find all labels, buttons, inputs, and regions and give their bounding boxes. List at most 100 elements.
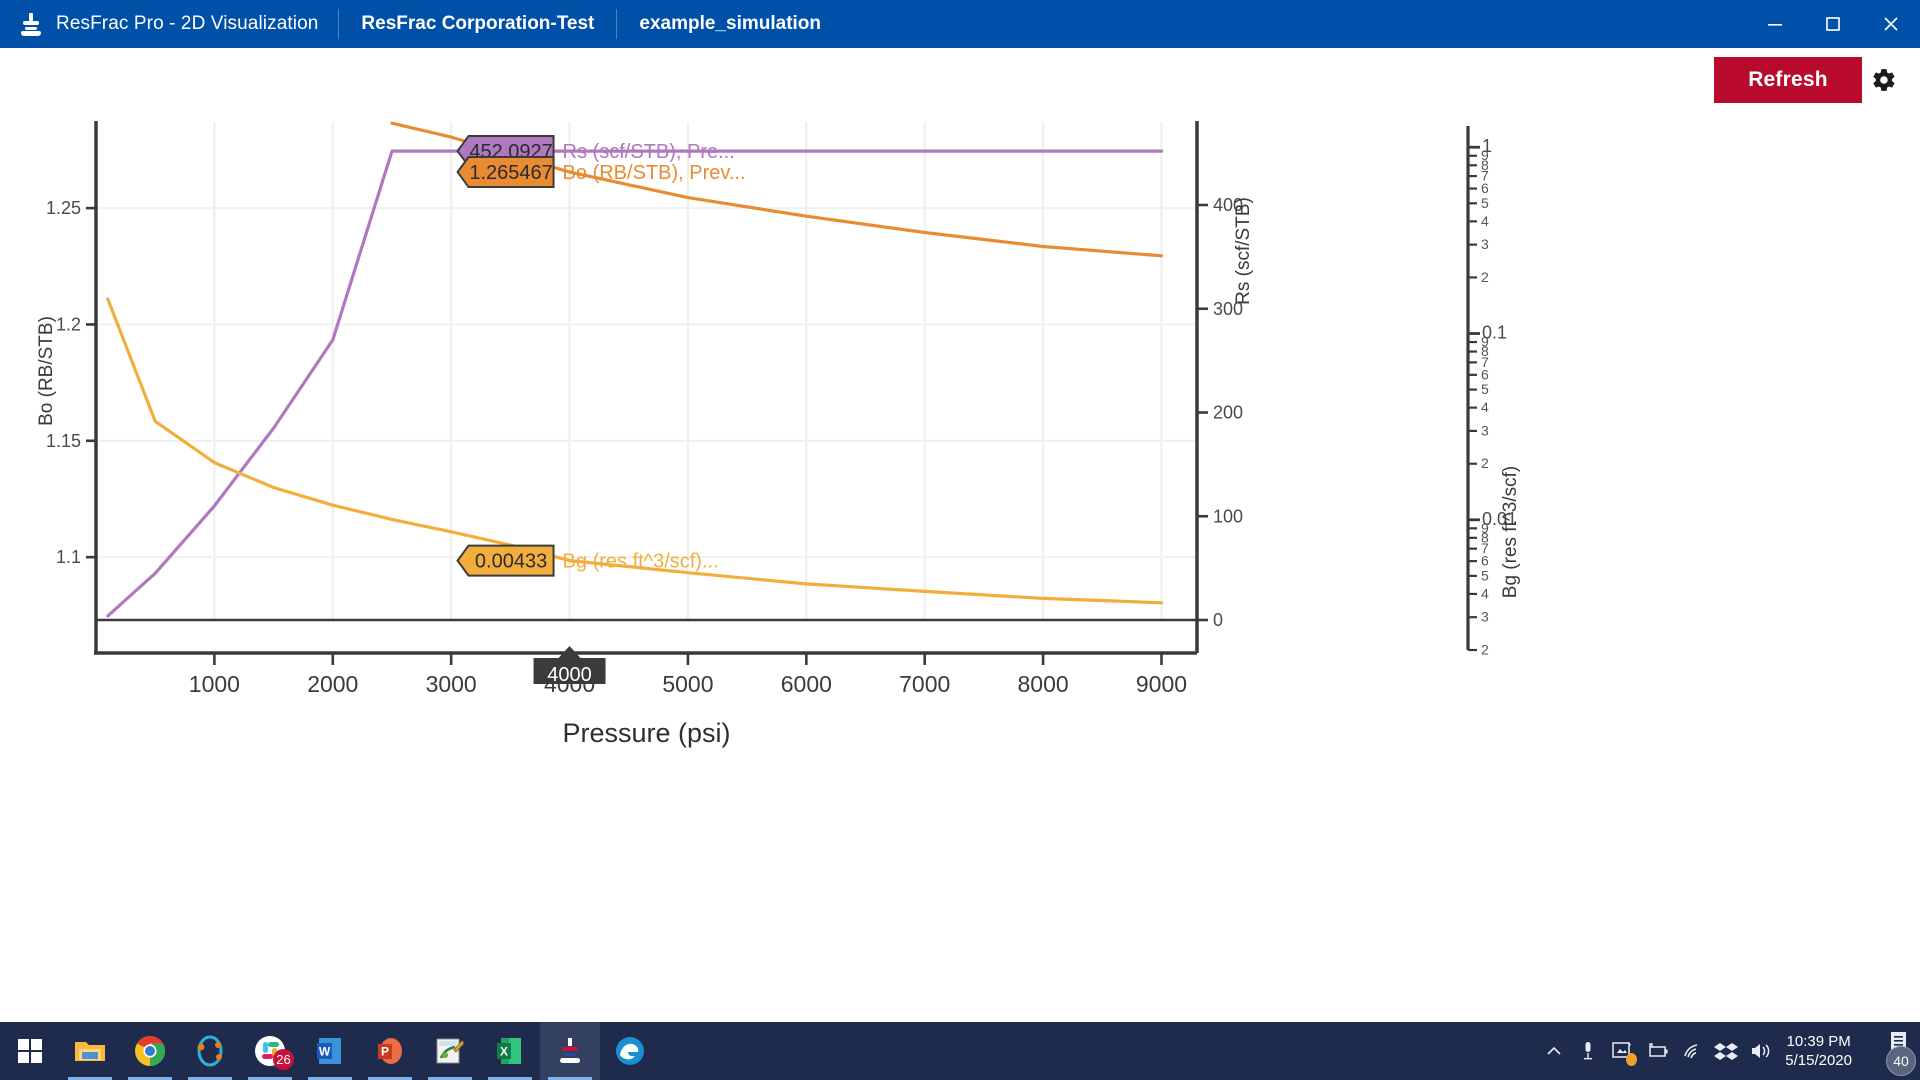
show-hidden-icons-button[interactable] [1537,1022,1571,1080]
svg-text:W: W [319,1045,331,1059]
far-right-axis-tick-label: 4 [1481,399,1489,415]
start-button[interactable] [0,1022,60,1080]
far-right-axis-tick-label: 6 [1481,366,1489,382]
series-line [106,149,1164,618]
paint-icon [436,1038,465,1064]
word-icon: W [317,1038,341,1064]
battery-icon [1649,1043,1668,1057]
settings-button[interactable] [1862,57,1906,103]
battery-indicator[interactable] [1639,1022,1675,1080]
series-legend-label: Rs (scf/STB), Pre... [563,141,735,163]
far-right-axis-tick-label: 6 [1481,180,1489,196]
far-right-axis-tick-label: 3 [1481,609,1489,625]
x-axis-tick-label: 5000 [662,671,713,697]
x-axis-title: Pressure (psi) [562,718,730,748]
close-icon [1884,17,1898,31]
x-cursor-marker-label: 4000 [547,664,592,686]
chrome-icon [135,1035,166,1066]
clock-time: 10:39 PM [1786,1033,1851,1050]
taskbar-file-explorer[interactable] [60,1022,120,1080]
far-right-axis-tick-label: 6 [1481,553,1489,569]
far-right-axis-tick-label: 3 [1481,236,1489,252]
notification-center-button[interactable]: 40 [1864,1022,1920,1080]
right-axis-tick-label: 100 [1213,506,1243,526]
microphone-icon [1584,1042,1593,1060]
maximize-icon [1826,17,1840,31]
taskbar-slack[interactable]: 26 [240,1022,300,1080]
clock-date: 5/15/2020 [1785,1052,1852,1069]
series-value-flag: 1.265467 Bo (RB/STB), Prev... [456,156,746,189]
window-titlebar: ResFrac Pro - 2D Visualization ResFrac C… [0,0,1920,48]
taskbar-clock[interactable]: 10:39 PM 5/15/2020 [1777,1032,1864,1070]
close-button[interactable] [1862,0,1920,48]
volume-indicator[interactable] [1743,1022,1777,1080]
edge-icon [616,1037,644,1065]
refresh-button[interactable]: Refresh [1714,57,1862,103]
desktop-root: ResFrac Pro - 2D Visualization ResFrac C… [0,0,1920,1080]
left-axis-tick-label: 1.25 [46,198,81,218]
organization-chip[interactable]: ResFrac Corporation-Test [339,13,616,35]
orbit-icon [197,1035,223,1067]
right-axis-title: Rs (scf/STB) [1233,197,1254,305]
chart-container[interactable]: 1.1 1.15 1.2 1.25 Bo (RB/STB) 0 100 200 300 400 Rs… [0,112,1920,1022]
far-right-axis-tick-label: 2 [1481,455,1489,471]
x-axis-tick-label: 6000 [781,671,832,697]
folder-icon [75,1042,105,1061]
taskbar-microsoft-word[interactable]: W [300,1022,360,1080]
left-axis-tick-label: 1.1 [56,547,81,567]
x-axis-tick-label: 1000 [189,671,240,697]
onedrive-sync-indicator[interactable] [1605,1022,1639,1080]
microphone-indicator[interactable] [1571,1022,1605,1080]
series-value-flag-text: 0.00433 [475,551,547,573]
windows-logo-icon [18,1039,42,1063]
x-axis-tick-label: 7000 [899,671,950,697]
dropbox-icon [1714,1043,1739,1060]
taskbar-microsoft-powerpoint[interactable]: P [360,1022,420,1080]
taskbar-resfrac-pro[interactable] [540,1022,600,1080]
minimize-button[interactable] [1746,0,1804,48]
taskbar-orbit-app[interactable] [180,1022,240,1080]
x-axis-tick-label: 9000 [1136,671,1187,697]
right-axis-tick-label: 0 [1213,610,1223,630]
speaker-icon [1752,1044,1770,1058]
minimize-icon [1768,24,1782,26]
maximize-button[interactable] [1804,0,1862,48]
system-tray: 10:39 PM 5/15/2020 40 [1537,1022,1920,1080]
chevron-up-icon [1547,1046,1561,1055]
resfrac-icon [560,1038,580,1063]
left-axis-tick-label: 1.15 [46,431,81,451]
wifi-icon [1684,1044,1698,1059]
far-right-axis-tick-label: 5 [1481,195,1489,211]
powerpoint-icon: P [378,1038,402,1064]
far-right-axis-tick-label: 2 [1481,269,1489,285]
taskbar-paint[interactable] [420,1022,480,1080]
taskbar-microsoft-excel[interactable]: X [480,1022,540,1080]
top-toolbar: Refresh [0,48,1920,112]
slack-badge-count: 26 [273,1049,294,1070]
notification-badge-count: 40 [1886,1046,1916,1076]
dropbox-indicator[interactable] [1709,1022,1743,1080]
far-right-axis-tick-label: 4 [1481,585,1489,601]
far-right-axis-tick-label: 2 [1481,642,1489,658]
gear-icon [1873,69,1895,91]
far-right-axis-title: Bg (res ft^3/scf) [1500,466,1521,598]
right-axis-tick-label: 200 [1213,403,1243,423]
far-right-axis-tick-label: 5 [1481,381,1489,397]
chart-plot[interactable]: 1.11.151.21.25Bo (RB/STB)0100200300400Rs… [0,112,1920,1022]
resfrac-logo-icon [18,11,44,37]
series-legend-label: Bg (res ft^3/scf)... [563,551,719,573]
series-legend-label: Bo (RB/STB), Prev... [563,162,746,184]
taskbar-microsoft-edge[interactable] [600,1022,660,1080]
excel-icon: X [497,1038,521,1064]
far-right-axis-tick-label: 5 [1481,567,1489,583]
x-axis-tick-label: 3000 [426,671,477,697]
series-value-flag-text: 1.265467 [469,162,552,184]
simulation-chip[interactable]: example_simulation [617,13,843,35]
far-right-axis-tick-label: 3 [1481,422,1489,438]
x-axis-tick-label: 2000 [307,671,358,697]
series-value-flag: 0.00433 Bg (res ft^3/scf)... [456,544,719,577]
left-axis-tick-label: 1.2 [56,314,81,334]
network-indicator[interactable] [1675,1022,1709,1080]
taskbar-google-chrome[interactable] [120,1022,180,1080]
x-axis-tick-label: 8000 [1018,671,1069,697]
